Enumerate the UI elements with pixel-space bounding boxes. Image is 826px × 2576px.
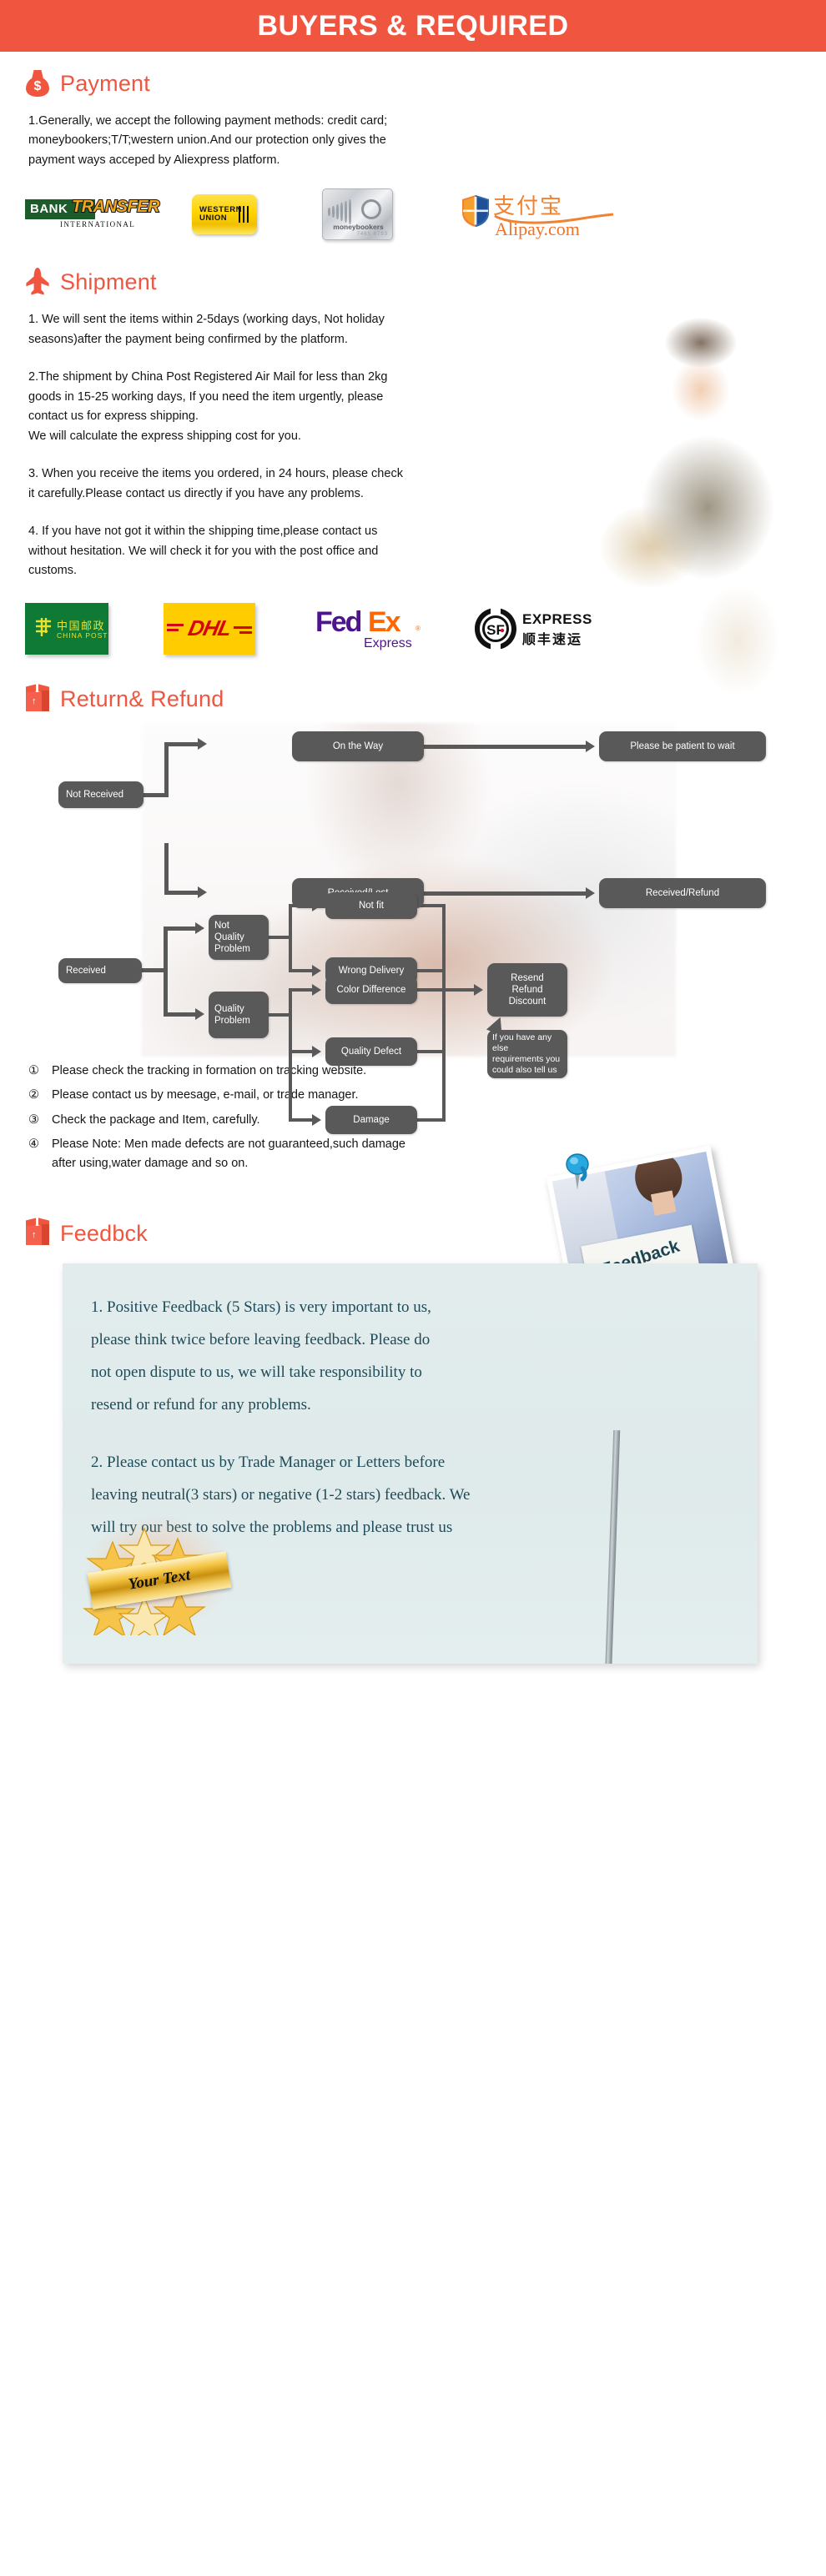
shipment-logo-row: 中国邮政 CHINA POST DHL Fed Ex ® Express SF …: [0, 602, 826, 655]
moneybookers-digits: 7465 8793: [356, 232, 388, 238]
flow-node-on-the-way: On the Way: [292, 731, 424, 761]
dhl-logo: DHL: [164, 602, 255, 655]
alipay-shield-icon: [462, 195, 489, 228]
fedex-express-text: Express: [364, 635, 412, 650]
feedback-card: 1. Positive Feedback (5 Stars) is very i…: [63, 1263, 758, 1665]
flow-node-resend-refund-discount: Resend Refund Discount: [487, 962, 567, 1017]
flow-node-quality-defect: Quality Defect: [325, 1037, 417, 1066]
sf-express-english-text: EXPRESS: [522, 610, 592, 627]
china-post-logo: 中国邮政 CHINA POST: [25, 602, 108, 655]
moneybookers-name: moneybookers: [333, 223, 384, 232]
section-header-shipment: Shipment: [0, 265, 826, 299]
flow-node-not-fit: Not fit: [325, 891, 417, 919]
note-text: Please Note: Men made defects are not gu…: [52, 1137, 405, 1170]
note-text: Check the package and Item, carefully.: [52, 1112, 260, 1127]
fedex-fed-text: Fed: [315, 605, 362, 638]
dhl-wordmark: DHL: [185, 615, 234, 641]
return-refund-flowchart: Not Received On the Way Please be patien…: [0, 722, 826, 1134]
airplane-glyph: [26, 268, 49, 296]
moneybookers-ring-icon: [361, 199, 381, 220]
bank-transfer-bank-text: BANK: [30, 201, 68, 216]
payment-logo-row: BANK TRANSFER INTERNATIONAL WESTERN UNIO…: [0, 188, 826, 241]
flow-node-received: Received: [58, 957, 142, 983]
note-marker: ④: [28, 1137, 39, 1152]
sf-express-logo: SF EXPRESS 顺丰速运: [474, 605, 607, 653]
flow-node-quality-problem: Quality Problem: [209, 991, 269, 1038]
package-box-icon: ↑: [23, 1217, 52, 1250]
airplane-icon: [23, 265, 52, 299]
list-item: ② Please contact us by meesage, e-mail, …: [28, 1086, 801, 1104]
badge-text: Your Text: [127, 1566, 192, 1594]
flow-node-received-refund: Received/Refund: [599, 877, 766, 908]
flow-node-please-be-patient: Please be patient to wait: [599, 731, 766, 761]
page-banner: BUYERS & REQUIRED: [0, 0, 826, 52]
money-bag-icon: $: [23, 67, 52, 100]
flow-node-damage: Damage: [325, 1105, 417, 1134]
shipment-body-3: 3. When you receive the items you ordere…: [28, 467, 403, 500]
moneybookers-waves-icon: [328, 199, 351, 225]
sf-ring-icon: SF: [475, 607, 516, 650]
push-pin-icon: [566, 1153, 589, 1191]
section-title-payment: Payment: [60, 70, 150, 96]
western-union-logo: WESTERN UNION: [192, 194, 257, 235]
alipay-logo: 支付宝 Alipay.com: [461, 191, 616, 240]
sf-express-chinese-text: 顺丰速运: [522, 632, 583, 647]
western-union-line2: UNION: [199, 213, 228, 223]
bank-transfer-international-text: INTERNATIONAL: [60, 219, 136, 228]
flow-node-extra-requirements-callout: If you have any else requirements you co…: [487, 1029, 567, 1078]
shipment-body-1: 1. We will sent the items within 2-5days…: [28, 313, 385, 346]
bank-transfer-logo: BANK TRANSFER INTERNATIONAL: [25, 196, 160, 233]
section-header-payment: $ Payment: [0, 67, 826, 100]
list-item: ① Please check the tracking in formation…: [28, 1062, 801, 1080]
note-marker: ③: [28, 1112, 39, 1127]
star-badge: Your Text: [79, 1510, 238, 1636]
page-title: BUYERS & REQUIRED: [257, 9, 569, 42]
fedex-registered-mark: ®: [416, 624, 421, 632]
note-text: Please contact us by meesage, e-mail, or…: [52, 1088, 359, 1102]
moneybookers-logo: moneybookers 7465 8793: [322, 188, 393, 241]
note-marker: ①: [28, 1063, 39, 1077]
product-description-page: BUYERS & REQUIRED $ Payment 1.Generally,…: [0, 0, 826, 2576]
bank-transfer-transfer-text: TRANSFER: [71, 197, 160, 217]
china-post-mark-icon: [36, 617, 51, 636]
section-title-feedback: Feedbck: [60, 1220, 148, 1246]
western-union-bars-icon: [238, 206, 249, 223]
fedex-logo: Fed Ex ® Express: [315, 603, 424, 655]
note-text: Please check the tracking in formation o…: [52, 1063, 367, 1077]
flow-node-color-difference: Color Difference: [325, 975, 417, 1004]
section-title-shipment: Shipment: [60, 269, 157, 294]
feedback-paragraph-1: 1. Positive Feedback (5 Stars) is very i…: [91, 1298, 431, 1414]
flow-node-not-received: Not Received: [58, 781, 144, 808]
section-title-return-refund: Return& Refund: [60, 686, 224, 712]
china-post-english-text: CHINA POST: [57, 630, 108, 640]
shipment-body-4: 4. If you have not got it within the shi…: [28, 525, 379, 578]
package-box-icon: ↑: [23, 683, 52, 716]
flow-node-not-quality-problem: Not Quality Problem: [209, 914, 269, 960]
fedex-ex-text: Ex: [368, 605, 401, 638]
alipay-domain-text: Alipay.com: [495, 218, 580, 240]
shipment-body-2: 2.The shipment by China Post Registered …: [28, 370, 388, 443]
note-marker: ②: [28, 1088, 39, 1102]
payment-body-text: 1.Generally, we accept the following pay…: [28, 114, 388, 167]
